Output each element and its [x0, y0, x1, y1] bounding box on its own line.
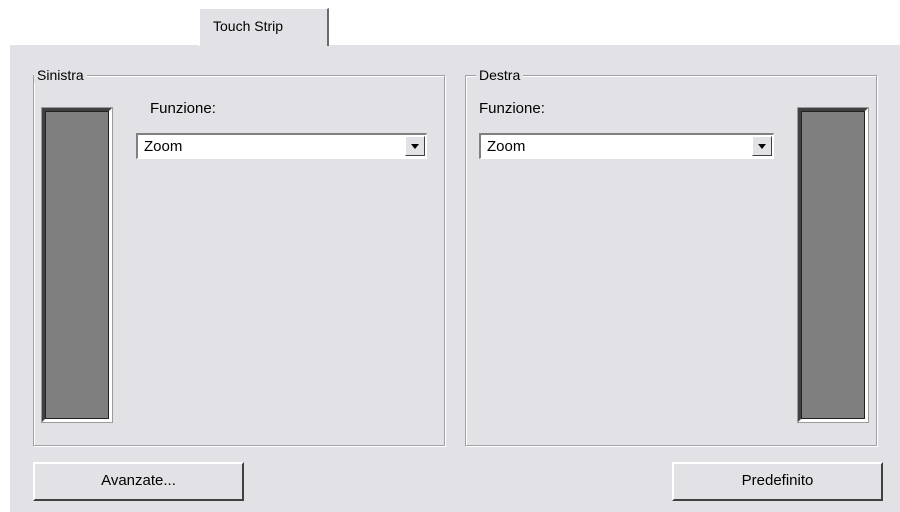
right-touch-strip-indicator	[797, 107, 869, 423]
tab-touch-strip[interactable]: Touch Strip	[199, 8, 329, 46]
tab-label: Touch Strip	[213, 18, 284, 34]
right-function-select[interactable]: Zoom	[479, 133, 774, 159]
left-touch-strip-indicator	[41, 107, 113, 423]
chevron-down-icon[interactable]	[405, 136, 425, 156]
right-function-value: Zoom	[487, 138, 526, 155]
left-group-title: Sinistra	[34, 67, 87, 83]
left-function-label: Funzione:	[150, 100, 216, 117]
left-function-value: Zoom	[144, 138, 183, 155]
chevron-down-icon[interactable]	[752, 136, 772, 156]
right-group-title: Destra	[476, 67, 524, 83]
default-button[interactable]: Predefinito	[672, 462, 883, 501]
left-function-select[interactable]: Zoom	[136, 133, 427, 159]
right-function-label: Funzione:	[479, 100, 545, 117]
advanced-button[interactable]: Avanzate...	[33, 462, 244, 501]
